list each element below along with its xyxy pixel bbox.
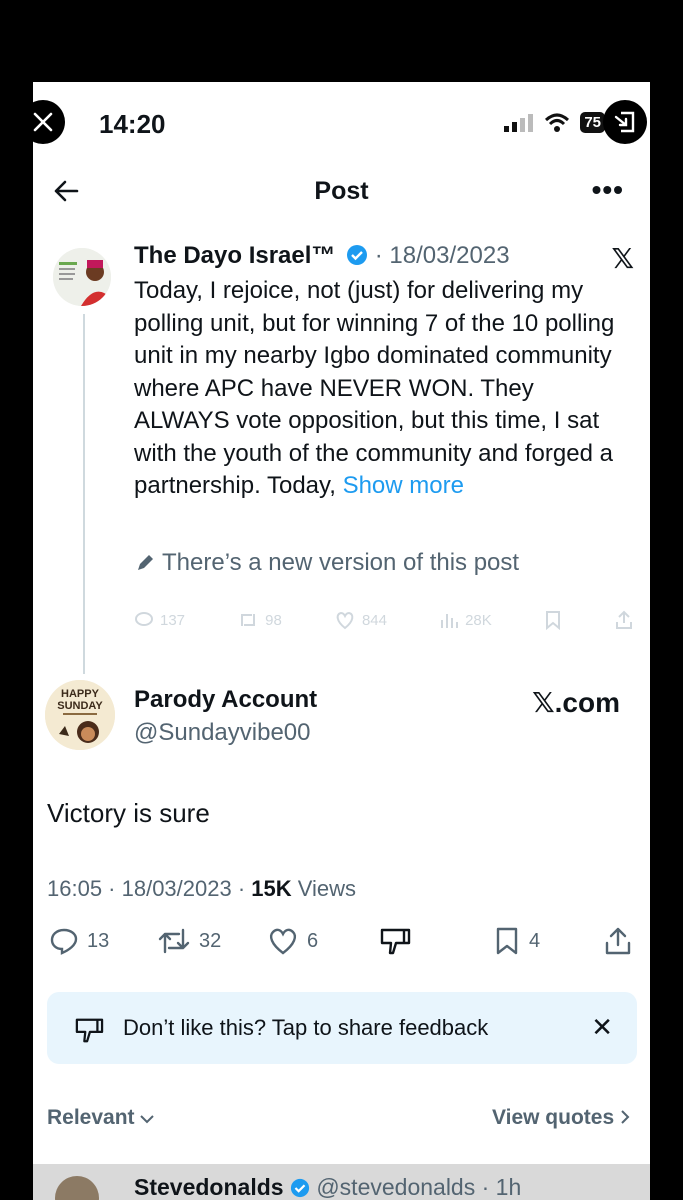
reply-author-name: Stevedonalds	[134, 1174, 284, 1200]
reply-button[interactable]: 13	[49, 926, 109, 956]
share-viewer-button[interactable]	[603, 100, 647, 144]
dislike-button[interactable]	[379, 926, 411, 956]
post-timestamp: 16:05 · 18/03/2023 ·	[47, 876, 252, 901]
avatar-image: HAPPY SUNDAY	[45, 680, 115, 750]
heart-icon	[269, 928, 297, 955]
like-button[interactable]: 6	[267, 926, 318, 956]
heart-icon	[336, 611, 354, 630]
reply-icon	[135, 612, 153, 626]
more-options-button[interactable]: •••	[592, 174, 624, 206]
page-title: Post	[314, 177, 369, 205]
status-bar: 14:20 75	[33, 82, 650, 166]
reply-header: Stevedonalds @stevedonalds · 1h	[134, 1174, 521, 1200]
faded-likes: 844	[334, 610, 387, 630]
repost-icon	[241, 614, 256, 626]
faded-share	[614, 610, 634, 630]
view-quotes-link[interactable]: View quotes	[492, 1106, 630, 1130]
phone-screen: 14:20 75 Post ••• The Dayo Israel™ · 18/…	[33, 82, 650, 1200]
bookmark-button[interactable]: 4	[493, 926, 540, 956]
post-views-label: Views	[291, 876, 357, 901]
signal-icon	[504, 113, 534, 132]
quoted-header: The Dayo Israel™ · 18/03/2023	[134, 242, 624, 274]
post-avatar[interactable]: HAPPY SUNDAY	[45, 680, 115, 750]
quoted-date: · 18/03/2023	[374, 242, 510, 269]
exit-icon	[614, 111, 635, 133]
repost-icon	[158, 928, 190, 954]
faded-replies: 137	[134, 610, 185, 630]
quoted-author-name[interactable]: The Dayo Israel™	[134, 242, 335, 269]
feedback-text: Don’t like this? Tap to share feedback	[123, 1015, 489, 1040]
quoted-faded-actions: 137 98 844 28K	[134, 610, 634, 630]
share-icon	[616, 610, 632, 629]
thumbs-down-icon	[380, 928, 411, 955]
post-author-name[interactable]: Parody Account	[134, 686, 317, 714]
share-button[interactable]	[603, 926, 633, 956]
views-icon	[441, 614, 459, 628]
pencil-icon	[138, 555, 153, 570]
avatar-happy-text: HAPPY	[61, 688, 100, 700]
close-icon	[33, 112, 53, 132]
close-viewer-button[interactable]	[21, 100, 65, 144]
verified-badge-icon	[290, 1178, 310, 1198]
post-meta: 16:05 · 18/03/2023 · 15K Views	[47, 876, 356, 902]
post-author-handle[interactable]: @Sundayvibe00	[134, 719, 310, 747]
status-time: 14:20	[99, 109, 166, 139]
reply-icon	[50, 928, 78, 955]
close-icon[interactable]: ✕	[591, 1012, 613, 1043]
repost-button[interactable]: 32	[157, 926, 221, 956]
quoted-text: Today, I rejoice, not (just) for deliver…	[134, 277, 615, 499]
share-icon	[605, 927, 631, 955]
reply-author-handle: @stevedonalds · 1h	[316, 1174, 522, 1200]
show-more-link[interactable]: Show more	[343, 472, 464, 499]
post-text: Victory is sure	[47, 798, 210, 828]
reply-avatar[interactable]	[55, 1176, 99, 1200]
bookmark-icon	[496, 927, 518, 955]
verified-badge-icon	[347, 245, 368, 265]
battery-level: 75	[580, 112, 605, 133]
faded-views: 28K	[439, 610, 492, 630]
x-logo-icon: 𝕏	[611, 243, 634, 274]
xcom-watermark: 𝕏.com	[532, 687, 620, 718]
faded-reposts: 98	[237, 610, 282, 630]
reply-preview[interactable]: Stevedonalds @stevedonalds · 1h	[33, 1164, 650, 1200]
quoted-avatar[interactable]	[53, 248, 111, 306]
new-version-notice[interactable]: There’s a new version of this post	[134, 549, 519, 577]
top-nav: Post •••	[33, 166, 650, 218]
chevron-right-icon	[621, 1110, 630, 1124]
avatar-image	[53, 248, 111, 306]
wifi-icon	[545, 113, 570, 132]
thumbs-down-icon	[75, 1018, 104, 1043]
post-actions: 13 32 6 4	[47, 926, 637, 962]
sort-relevant-dropdown[interactable]: Relevant	[47, 1106, 155, 1130]
thread-line	[83, 314, 85, 674]
avatar-sunday-text: SUNDAY	[57, 700, 103, 712]
feedback-banner[interactable]: Don’t like this? Tap to share feedback ✕	[47, 992, 637, 1064]
chevron-down-icon	[140, 1115, 155, 1124]
bookmark-icon	[545, 611, 560, 630]
faded-bookmark	[544, 610, 562, 630]
post-views-count: 15K	[251, 876, 292, 901]
